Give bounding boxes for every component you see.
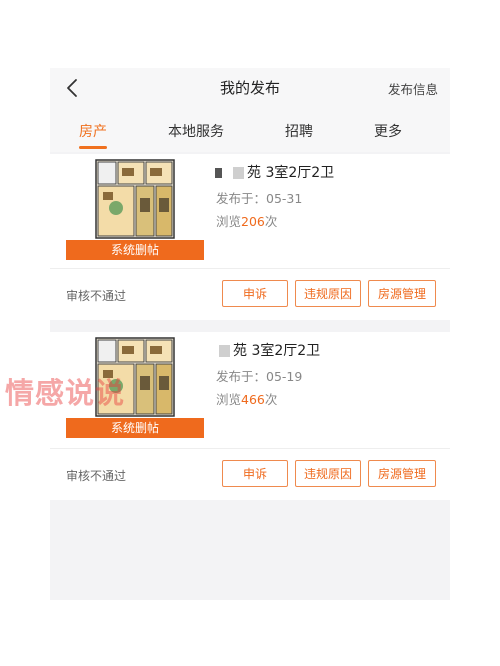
listing-card[interactable]: 系统删帖 苑 3室2厅2卫 发布于：05-19 浏览466次 审核不通过 申诉 … — [50, 332, 450, 500]
redacted-block — [219, 345, 230, 357]
listing-title-text: 苑 3室2厅2卫 — [233, 343, 321, 359]
appeal-button[interactable]: 申诉 — [222, 460, 288, 487]
chevron-left-icon — [67, 79, 77, 97]
publish-date: 发布于：05-19 — [216, 369, 303, 384]
back-button[interactable] — [62, 77, 84, 99]
publish-info-button[interactable]: 发布信息 — [388, 79, 438, 98]
redacted-block — [233, 167, 244, 179]
tab-recruitment[interactable]: 招聘 — [284, 121, 314, 141]
views-prefix: 浏览 — [216, 392, 242, 407]
views-suffix: 次 — [264, 214, 278, 229]
review-status: 审核不通过 — [66, 289, 127, 303]
floor-plan-thumbnail: 系统删帖 — [66, 336, 204, 438]
floor-plan-image — [95, 337, 175, 417]
listing-card[interactable]: 系统删帖 苑 3室2厅2卫 发布于：05-31 浏览206次 审核不通过 申诉 … — [50, 154, 450, 320]
tab-local-services[interactable]: 本地服务 — [167, 121, 225, 141]
views-number: 466 — [241, 392, 265, 407]
violation-reason-button[interactable]: 违规原因 — [295, 280, 361, 307]
property-manage-button[interactable]: 房源管理 — [368, 280, 436, 307]
views-suffix: 次 — [264, 392, 278, 407]
listing-title[interactable]: 苑 3室2厅2卫 — [215, 162, 334, 182]
view-count: 浏览466次 — [216, 389, 277, 408]
redacted-block — [215, 168, 222, 178]
floor-plan-thumbnail: 系统删帖 — [66, 158, 204, 260]
view-count: 浏览206次 — [216, 211, 277, 230]
top-nav-bar: 我的发布 发布信息 — [50, 68, 450, 108]
system-deleted-banner: 系统删帖 — [66, 240, 204, 260]
active-tab-indicator — [79, 146, 107, 149]
tab-more[interactable]: 更多 — [373, 121, 403, 141]
review-status: 审核不通过 — [66, 469, 127, 483]
violation-reason-button[interactable]: 违规原因 — [295, 460, 361, 487]
publish-date: 发布于：05-31 — [216, 191, 303, 206]
floor-plan-image — [95, 159, 175, 239]
category-tabs: 房产 本地服务 招聘 更多 — [50, 108, 450, 152]
divider — [50, 448, 450, 449]
property-manage-button[interactable]: 房源管理 — [368, 460, 436, 487]
tab-real-estate[interactable]: 房产 — [79, 121, 107, 141]
divider — [50, 268, 450, 269]
app-screen: 我的发布 发布信息 房产 本地服务 招聘 更多 系统删帖 苑 3室2厅2卫 发布… — [50, 68, 450, 600]
views-prefix: 浏览 — [216, 214, 242, 229]
system-deleted-banner: 系统删帖 — [66, 418, 204, 438]
listing-title[interactable]: 苑 3室2厅2卫 — [215, 340, 320, 360]
appeal-button[interactable]: 申诉 — [222, 280, 288, 307]
listing-title-text: 苑 3室2厅2卫 — [247, 165, 335, 181]
views-number: 206 — [241, 214, 265, 229]
